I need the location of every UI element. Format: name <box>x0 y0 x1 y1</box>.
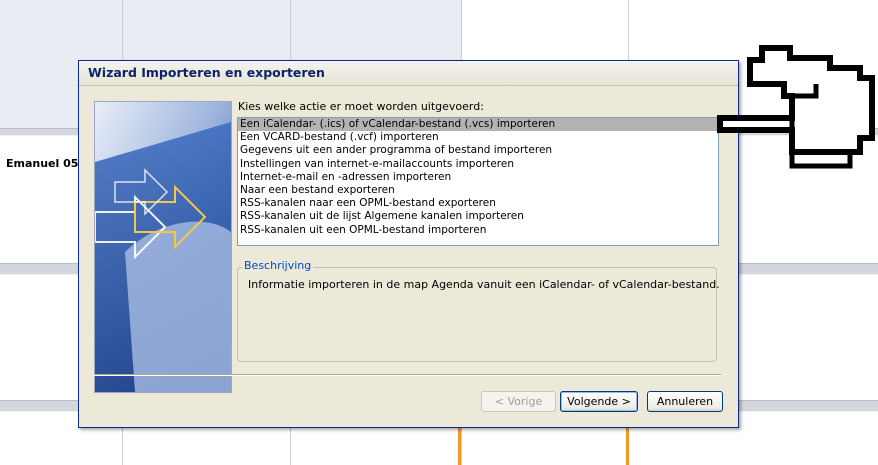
wizard-side-image <box>94 101 232 393</box>
cancel-button[interactable]: Annuleren <box>647 391 723 412</box>
action-item-export-rss-opml[interactable]: RSS-kanalen naar een OPML-bestand export… <box>238 197 718 210</box>
description-text: Informatie importeren in de map Agenda v… <box>248 278 720 291</box>
next-button[interactable]: Volgende > <box>560 391 638 412</box>
dialog-titlebar[interactable]: Wizard Importeren en exporteren <box>79 61 738 86</box>
action-item-import-rss-common[interactable]: RSS-kanalen uit de lijst Algemene kanale… <box>238 210 718 223</box>
description-legend: Beschrijving <box>242 259 314 272</box>
import-export-wizard-dialog: Wizard Importeren en exporteren Kies wel… <box>78 60 739 428</box>
dialog-title: Wizard Importeren en exporteren <box>88 65 325 80</box>
hand-pointer-icon <box>717 45 875 169</box>
action-prompt-label: Kies welke actie er moet worden uitgevoe… <box>238 100 484 113</box>
action-item-import-other-program[interactable]: Gegevens uit een ander programma of best… <box>238 144 718 157</box>
today-marker <box>458 426 461 465</box>
today-marker <box>626 426 629 465</box>
action-item-import-rss-opml[interactable]: RSS-kanalen uit een OPML-bestand importe… <box>238 224 718 237</box>
wizard-artwork-icon <box>95 102 231 392</box>
action-item-import-email-accounts[interactable]: Instellingen van internet-e-mailaccounts… <box>238 158 718 171</box>
action-listbox[interactable]: Een iCalendar- (.ics) of vCalendar-besta… <box>237 117 719 246</box>
action-item-import-vcard[interactable]: Een VCARD-bestand (.vcf) importeren <box>238 131 718 144</box>
action-item-import-icalendar[interactable]: Een iCalendar- (.ics) of vCalendar-besta… <box>238 118 718 132</box>
action-item-import-internet-mail[interactable]: Internet-e-mail en -adressen importeren <box>238 171 718 184</box>
back-button[interactable]: < Vorige <box>481 391 556 412</box>
button-separator <box>94 374 721 376</box>
action-item-export-to-file[interactable]: Naar een bestand exporteren <box>238 184 718 197</box>
